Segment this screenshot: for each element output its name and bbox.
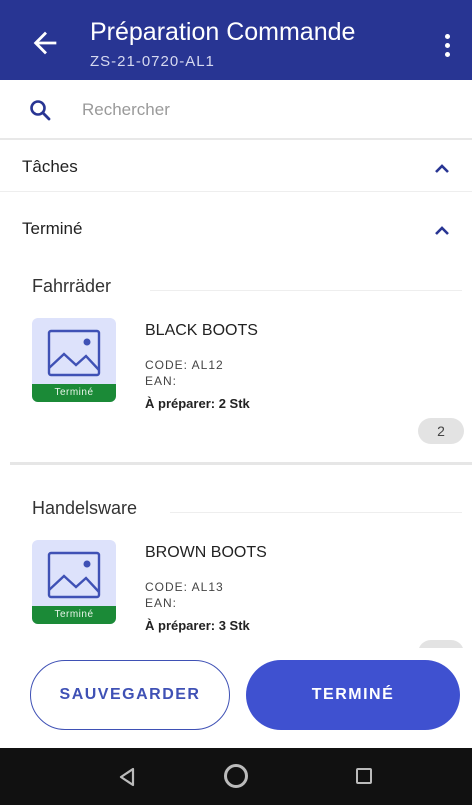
product-code: CODE: AL13 (145, 580, 224, 594)
product-code: CODE: AL12 (145, 358, 224, 372)
product-thumbnail: Terminé (32, 318, 116, 402)
product-name: BLACK BOOTS (145, 322, 258, 339)
group-header: Handelsware (0, 498, 472, 528)
list-item[interactable]: Terminé BLACK BOOTS CODE: AL12 EAN: À pr… (0, 318, 472, 448)
group-divider (150, 290, 462, 291)
image-placeholder-icon (47, 329, 101, 377)
group-header: Fahrräder (0, 276, 472, 306)
search-icon[interactable] (28, 98, 52, 122)
product-name: BROWN BOOTS (145, 544, 267, 561)
arrow-back-icon[interactable] (28, 26, 62, 60)
more-vert-icon[interactable] (440, 34, 454, 60)
quantity-badge: 2 (418, 418, 464, 444)
image-placeholder-icon (47, 551, 101, 599)
action-footer: SAUVEGARDER TERMINÉ (0, 648, 472, 748)
app-bar: Préparation Commande ZS-21-0720-AL1 (0, 0, 472, 80)
nav-back-icon[interactable] (116, 766, 138, 788)
section-termine[interactable]: Terminé (0, 206, 472, 254)
group-label: Handelsware (32, 498, 138, 518)
product-todo: À préparer: 2 Stk (145, 396, 250, 411)
group-divider (170, 512, 462, 513)
status-badge: Terminé (32, 606, 116, 624)
list-item[interactable]: Terminé BROWN BOOTS CODE: AL13 EAN: À pr… (0, 540, 472, 666)
save-button[interactable]: SAUVEGARDER (30, 660, 230, 730)
product-thumbnail: Terminé (32, 540, 116, 624)
system-nav-bar (0, 748, 472, 805)
nav-recent-icon[interactable] (356, 768, 372, 784)
product-ean: EAN: (145, 596, 178, 610)
page-title: Préparation Commande (90, 18, 356, 46)
product-ean: EAN: (145, 374, 178, 388)
list-divider (10, 462, 472, 465)
search-bar (0, 80, 472, 140)
status-badge: Terminé (32, 384, 116, 402)
group-label: Fahrräder (32, 276, 112, 296)
order-number: ZS-21-0720-AL1 (90, 53, 215, 70)
section-taches[interactable]: Tâches (0, 144, 472, 192)
chevron-up-icon[interactable] (434, 224, 450, 236)
product-todo: À préparer: 3 Stk (145, 618, 250, 633)
finish-button[interactable]: TERMINÉ (246, 660, 460, 730)
section-termine-label: Terminé (22, 219, 83, 238)
search-input[interactable] (82, 96, 442, 124)
chevron-up-icon[interactable] (434, 162, 450, 174)
section-taches-label: Tâches (22, 157, 78, 176)
nav-home-icon[interactable] (224, 764, 248, 788)
